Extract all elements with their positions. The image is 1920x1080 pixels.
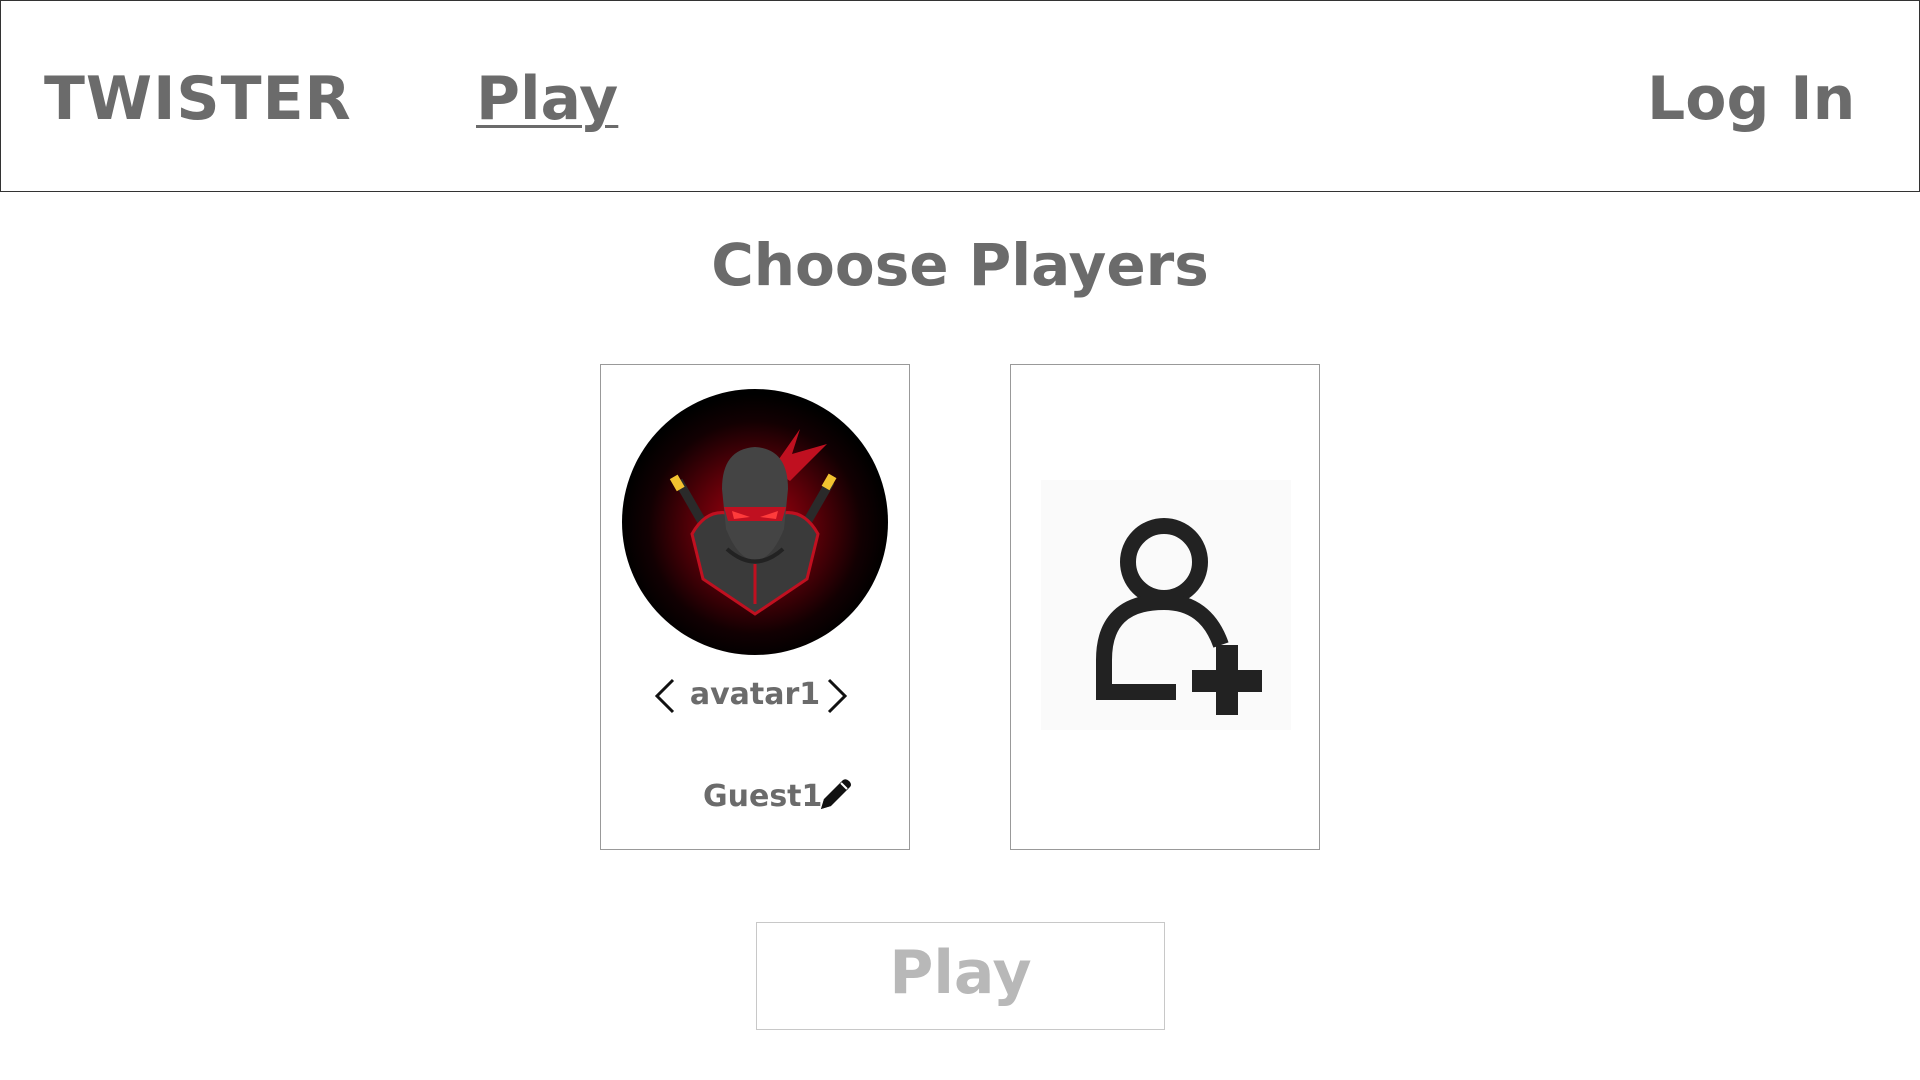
nav-login-link[interactable]: Log In <box>1647 59 1855 139</box>
avatar-name-label: avatar1 <box>689 677 821 712</box>
avatar-selector: avatar1 <box>601 665 909 725</box>
pencil-edit-icon[interactable] <box>815 775 855 815</box>
player-name: Guest1 <box>703 779 823 814</box>
top-navbar: TWISTER Play Log In <box>0 0 1920 192</box>
chevron-right-icon[interactable] <box>821 677 851 715</box>
add-player-card[interactable] <box>1010 364 1320 850</box>
nav-play-link[interactable]: Play <box>476 59 618 139</box>
player-card: avatar1 Guest1 <box>600 364 910 850</box>
add-user-icon <box>1041 480 1291 730</box>
player-name-row: Guest1 <box>601 775 909 819</box>
page-title: Choose Players <box>711 231 1209 299</box>
brand-logo[interactable]: TWISTER <box>44 59 352 139</box>
play-button[interactable]: Play <box>756 922 1165 1030</box>
ninja-avatar-icon <box>622 389 888 655</box>
